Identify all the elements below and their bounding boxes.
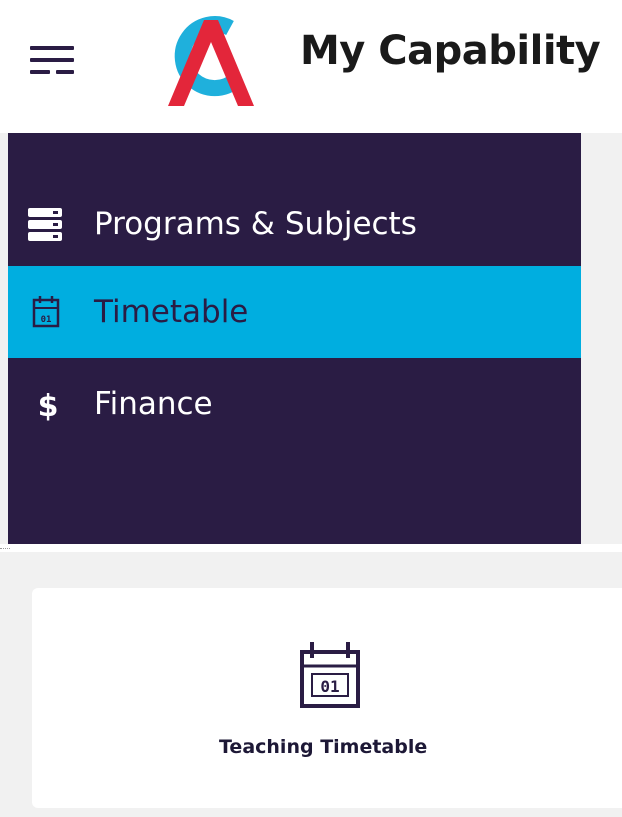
svg-text:01: 01 [41, 315, 52, 325]
card-label: Teaching Timetable [219, 736, 428, 758]
sidebar-item-timetable[interactable]: 01 Timetable [8, 266, 581, 358]
calendar-icon: 01 [26, 294, 66, 330]
capability-logo[interactable] [160, 6, 270, 110]
sidebar: Programs & Subjects 01 Timetable $ Finan… [8, 133, 581, 544]
svg-text:$: $ [38, 389, 59, 422]
teaching-timetable-card[interactable]: 01 Teaching Timetable [32, 588, 622, 808]
main-content: 01 Teaching Timetable [0, 552, 622, 817]
sidebar-item-label: Timetable [94, 294, 249, 330]
dollar-icon: $ [26, 386, 66, 424]
app-header: My Capability [0, 0, 622, 122]
sidebar-item-label: Programs & Subjects [94, 206, 417, 242]
sidebar-item-label: Finance [94, 386, 213, 422]
sidebar-item-programs-subjects[interactable]: Programs & Subjects [8, 178, 581, 270]
app-title: My Capability [300, 28, 601, 74]
svg-text:01: 01 [320, 677, 339, 696]
server-stack-icon [26, 206, 66, 242]
hamburger-menu-icon[interactable] [26, 40, 78, 80]
calendar-icon: 01 [298, 638, 362, 710]
sidebar-item-finance[interactable]: $ Finance [8, 358, 581, 450]
nav-area: Programs & Subjects 01 Timetable $ Finan… [0, 133, 622, 544]
divider [0, 548, 10, 549]
